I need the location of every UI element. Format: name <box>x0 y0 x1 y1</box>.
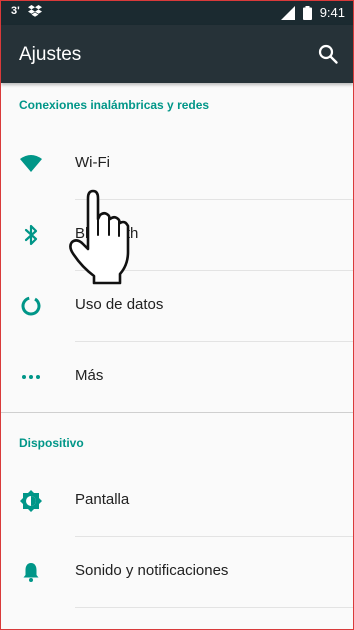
settings-item-label: Sonido y notificaciones <box>75 562 229 579</box>
settings-list: Conexiones inalámbricas y redes Wi-Fi Bl… <box>1 83 353 629</box>
settings-item-more[interactable]: Más <box>1 342 353 412</box>
settings-item-label: Uso de datos <box>75 296 164 313</box>
battery-icon <box>302 5 312 20</box>
settings-item-wifi[interactable]: Wi-Fi <box>1 129 353 199</box>
settings-item-display[interactable]: Pantalla <box>1 466 353 536</box>
pointing-hand-cursor-icon <box>69 189 130 285</box>
settings-item-label: Más <box>75 367 104 384</box>
data-usage-icon <box>21 296 41 316</box>
settings-item-bluetooth[interactable]: Bluetooth <box>1 200 353 270</box>
settings-item-data-usage[interactable]: Uso de datos <box>1 271 353 341</box>
settings-item-label: Pantalla <box>75 491 130 508</box>
bluetooth-icon <box>24 224 38 246</box>
section-header-wireless: Conexiones inalámbricas y redes <box>19 98 210 112</box>
settings-item-sound[interactable]: Sonido y notificaciones <box>1 537 353 607</box>
dropbox-icon <box>27 5 42 17</box>
device-screen: 3' 9:41 Ajustes Conexiones inalámbricas … <box>0 0 354 630</box>
status-indicator: 3' <box>11 5 20 17</box>
section-divider <box>1 412 353 413</box>
status-time: 9:41 <box>319 5 345 20</box>
more-icon <box>22 375 40 379</box>
app-bar: Ajustes <box>1 25 353 83</box>
status-bar: 3' 9:41 <box>1 1 353 25</box>
bell-icon <box>23 563 39 582</box>
display-icon <box>20 490 42 512</box>
settings-item-label: Wi-Fi <box>75 154 110 171</box>
signal-icon <box>280 5 295 20</box>
divider <box>75 607 353 608</box>
page-title: Ajustes <box>19 44 82 65</box>
search-icon[interactable] <box>317 43 339 65</box>
wifi-icon <box>20 155 42 172</box>
section-header-device: Dispositivo <box>19 436 84 450</box>
